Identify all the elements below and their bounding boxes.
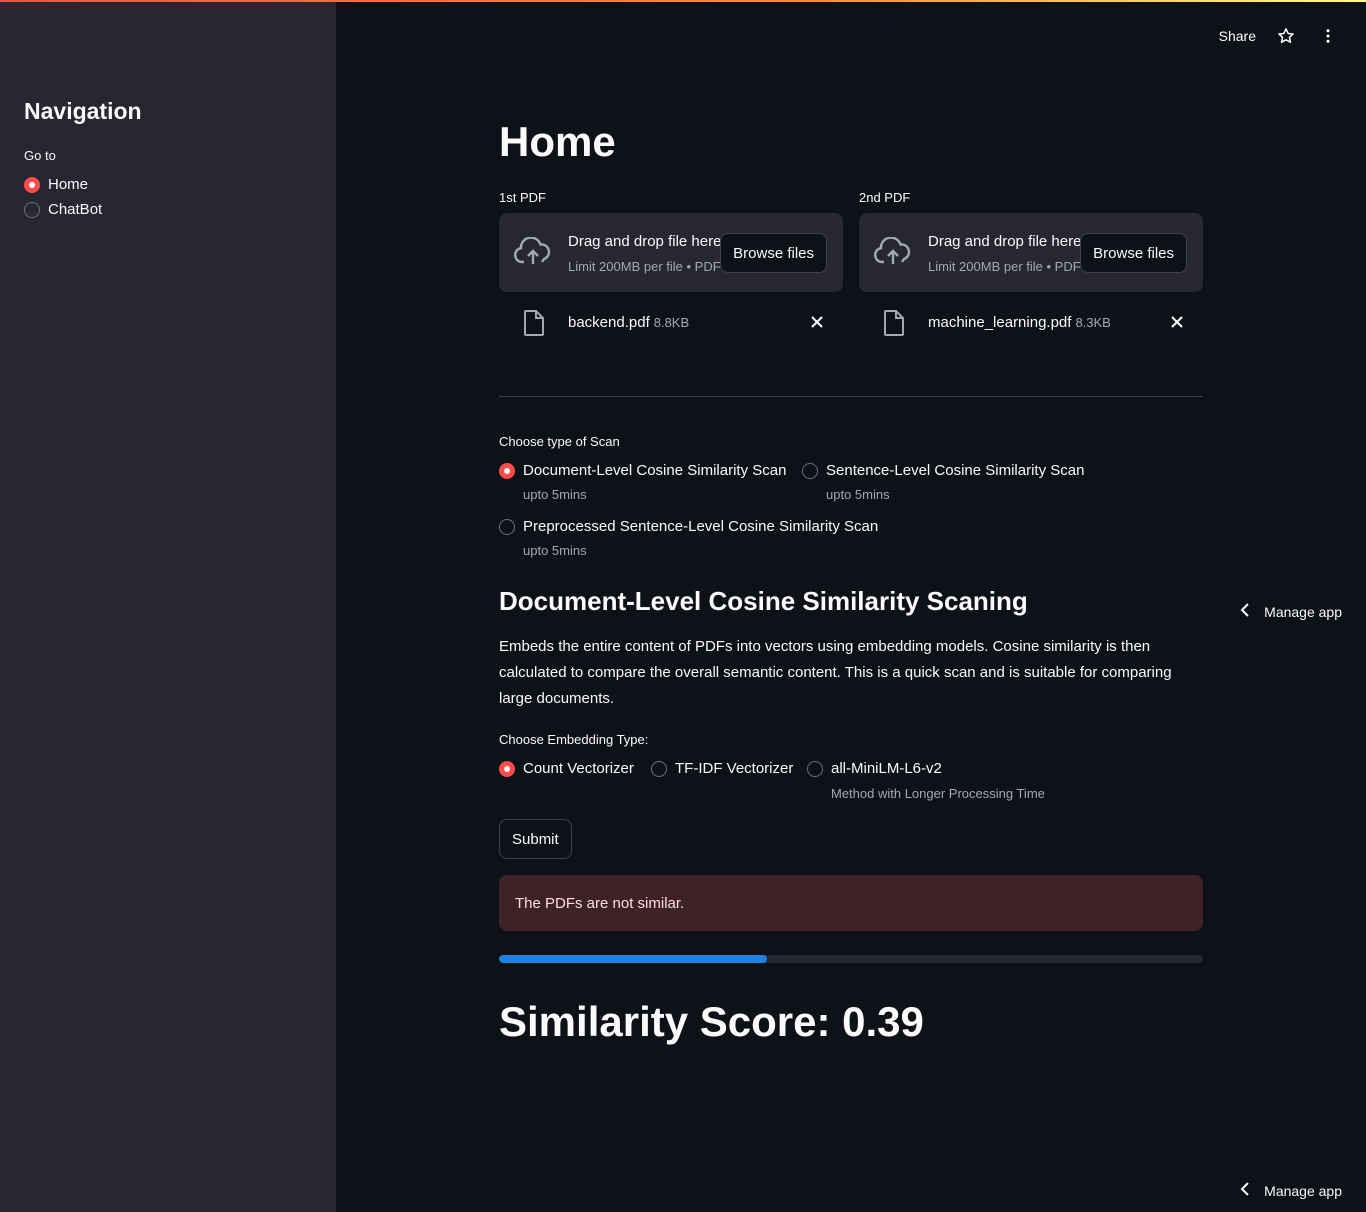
divider: [499, 396, 1203, 397]
scan-option-sentence[interactable]: Sentence-Level Cosine Similarity Scan: [802, 462, 1084, 479]
embedding-option-tfidf[interactable]: TF-IDF Vectorizer: [651, 760, 793, 777]
manage-app-button-bottom[interactable]: Manage app: [1240, 1182, 1342, 1199]
browse-files-button[interactable]: Browse files: [720, 233, 827, 273]
scan-option-label: Document-Level Cosine Similarity Scan: [523, 462, 787, 479]
main-content: Home 1st PDF Drag and drop file here Lim…: [499, 0, 1203, 1212]
radio-unselected-icon[interactable]: [651, 760, 667, 777]
scan-option-help: upto 5mins: [523, 487, 587, 502]
file-size: 8.8KB: [653, 315, 690, 330]
header-actions: Share: [1219, 24, 1340, 48]
embedding-option-help: Method with Longer Processing Time: [831, 786, 1045, 801]
radio-unselected-icon[interactable]: [499, 518, 515, 535]
scan-option-document[interactable]: Document-Level Cosine Similarity Scan: [499, 462, 786, 479]
nav-option-home[interactable]: Home: [24, 176, 88, 193]
radio-unselected-icon[interactable]: [24, 201, 40, 218]
drop-title: Drag and drop file here: [928, 233, 1082, 250]
cloud-upload-icon: [513, 236, 553, 272]
file-name: machine_learning.pdf: [928, 314, 1072, 331]
manage-app-label: Manage app: [1264, 603, 1342, 620]
chevron-left-icon: [1240, 1182, 1250, 1199]
file-icon: [523, 310, 545, 341]
file-name-wrap: machine_learning.pdf 8.3KB: [928, 314, 1111, 331]
radio-selected-icon[interactable]: [499, 462, 515, 479]
embedding-option-minilm[interactable]: all-MiniLM-L6-v2: [807, 760, 942, 777]
page-title: Home: [499, 118, 616, 165]
star-icon[interactable]: [1274, 24, 1298, 48]
nav-option-label: Home: [48, 176, 89, 193]
radio-unselected-icon[interactable]: [802, 462, 818, 479]
more-vertical-icon[interactable]: [1316, 24, 1340, 48]
file-size: 8.3KB: [1075, 315, 1111, 330]
close-icon[interactable]: [809, 314, 825, 335]
dropzone[interactable]: Drag and drop file here Limit 200MB per …: [859, 213, 1203, 292]
uploader-label: 2nd PDF: [859, 190, 911, 205]
goto-label: Go to: [24, 148, 56, 163]
close-icon[interactable]: [1169, 314, 1185, 335]
pdf-uploader-1: 1st PDF Drag and drop file here Limit 20…: [499, 190, 843, 346]
drop-limit: Limit 200MB per file • PDF: [568, 259, 721, 274]
share-button[interactable]: Share: [1219, 28, 1256, 44]
scan-option-help: upto 5mins: [826, 487, 890, 502]
drop-limit: Limit 200MB per file • PDF: [928, 259, 1081, 274]
manage-app-button[interactable]: Manage app: [1240, 603, 1342, 620]
section-title: Document-Level Cosine Similarity Scaning: [499, 586, 1028, 616]
cloud-upload-icon: [873, 236, 913, 272]
sidebar: Navigation Go to Home ChatBot: [0, 0, 336, 1212]
submit-button[interactable]: Submit: [499, 819, 572, 859]
scan-type-label: Choose type of Scan: [499, 434, 620, 449]
embedding-type-label: Choose Embedding Type:: [499, 732, 649, 747]
scan-option-label: Preprocessed Sentence-Level Cosine Simil…: [523, 518, 879, 535]
uploaded-file: machine_learning.pdf 8.3KB: [859, 300, 1203, 346]
nav-option-label: ChatBot: [48, 201, 103, 218]
dropzone[interactable]: Drag and drop file here Limit 200MB per …: [499, 213, 843, 292]
progress-fill: [499, 955, 767, 963]
progress-bar: [499, 955, 1203, 963]
embedding-option-label: all-MiniLM-L6-v2: [831, 760, 942, 777]
radio-selected-icon[interactable]: [499, 760, 515, 777]
pdf-uploader-2: 2nd PDF Drag and drop file here Limit 20…: [859, 190, 1203, 346]
radio-unselected-icon[interactable]: [807, 760, 823, 777]
sidebar-title: Navigation: [24, 98, 142, 124]
error-alert: The PDFs are not similar.: [499, 875, 1203, 931]
embedding-option-label: Count Vectorizer: [523, 760, 634, 777]
nav-option-chatbot[interactable]: ChatBot: [24, 201, 102, 218]
embedding-option-label: TF-IDF Vectorizer: [675, 760, 794, 777]
similarity-score: Similarity Score: 0.39: [499, 998, 924, 1045]
chevron-left-icon: [1240, 603, 1250, 620]
scan-option-help: upto 5mins: [523, 543, 587, 558]
top-decoration-bar: [0, 0, 1366, 2]
uploaded-file: backend.pdf 8.8KB: [499, 300, 843, 346]
scan-option-label: Sentence-Level Cosine Similarity Scan: [826, 462, 1085, 479]
manage-app-label: Manage app: [1264, 1182, 1342, 1199]
section-description: Embeds the entire content of PDFs into v…: [499, 638, 1172, 707]
scan-option-preprocessed[interactable]: Preprocessed Sentence-Level Cosine Simil…: [499, 518, 878, 535]
radio-selected-icon[interactable]: [24, 176, 40, 193]
uploader-label: 1st PDF: [499, 190, 546, 205]
embedding-option-count[interactable]: Count Vectorizer: [499, 760, 634, 777]
drop-title: Drag and drop file here: [568, 233, 722, 250]
file-name: backend.pdf: [568, 314, 650, 331]
file-icon: [883, 310, 905, 341]
file-name-wrap: backend.pdf 8.8KB: [568, 314, 689, 331]
browse-files-button[interactable]: Browse files: [1080, 233, 1187, 273]
